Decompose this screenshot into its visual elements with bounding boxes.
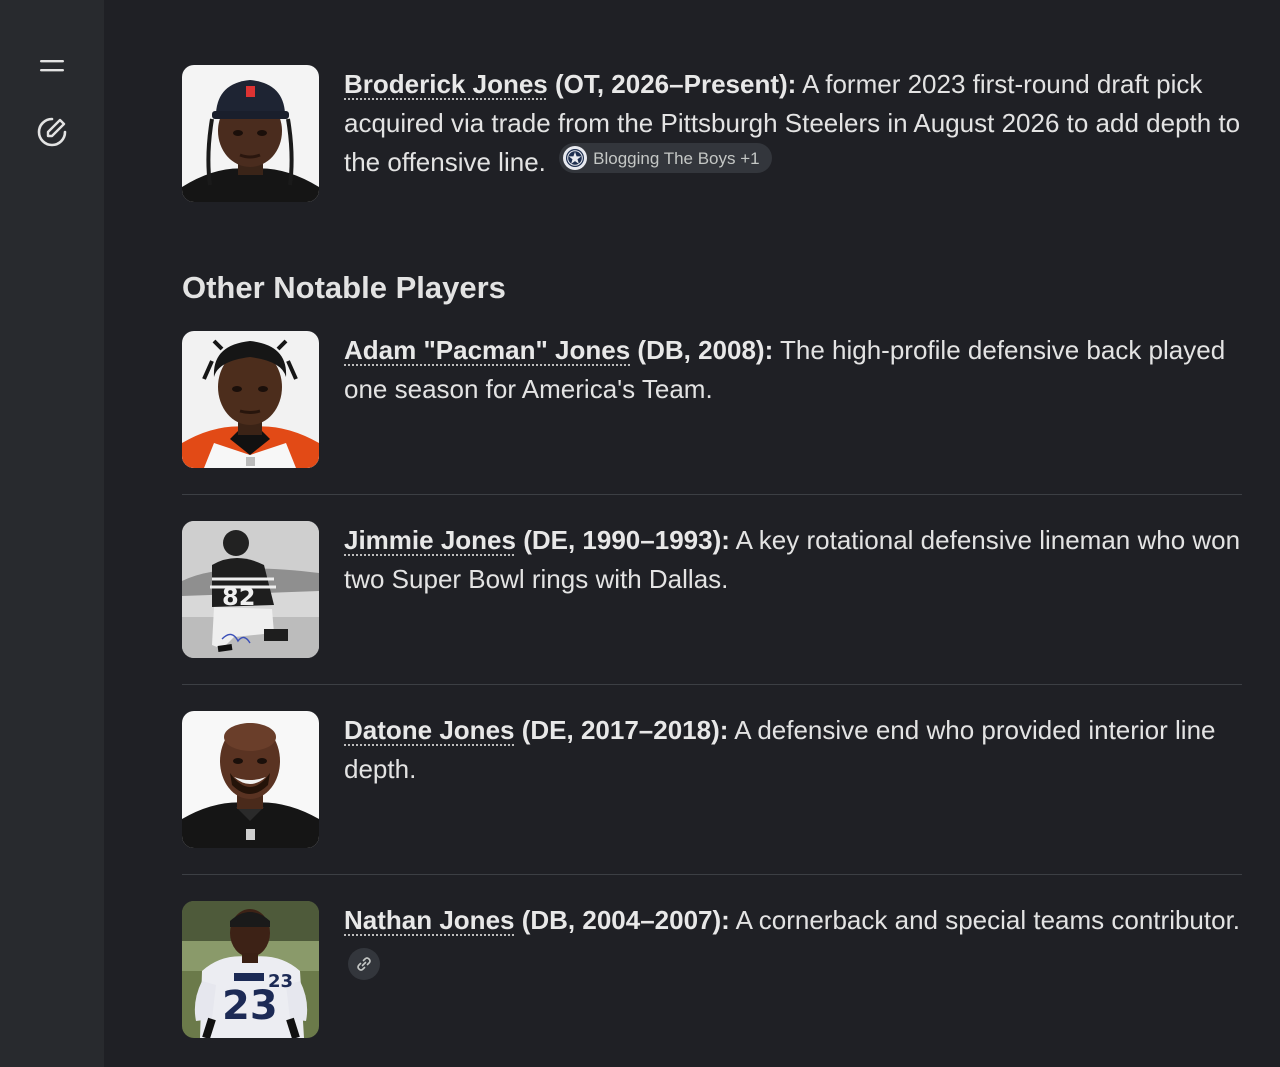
sidebar bbox=[0, 0, 104, 1067]
source-chip-label: Blogging The Boys +1 bbox=[593, 148, 760, 168]
player-description: Jimmie Jones (DE, 1990–1993): A key rota… bbox=[344, 521, 1244, 599]
player-role: (DE, 2017–2018): bbox=[514, 715, 729, 745]
player-name-link[interactable]: Datone Jones bbox=[344, 715, 515, 745]
player-detail: A cornerback and special teams contribut… bbox=[729, 905, 1241, 935]
player-description: Broderick Jones (OT, 2026–Present): A fo… bbox=[344, 65, 1244, 182]
star-logo-icon bbox=[563, 146, 588, 170]
divider bbox=[182, 684, 1242, 685]
player-description: Datone Jones (DE, 2017–2018): A defensiv… bbox=[344, 711, 1244, 789]
divider bbox=[182, 494, 1242, 495]
section-heading: Other Notable Players bbox=[182, 270, 506, 305]
player-role: (OT, 2026–Present): bbox=[547, 69, 797, 99]
source-chip[interactable]: Blogging The Boys +1 bbox=[559, 143, 772, 173]
svg-text:23: 23 bbox=[268, 971, 293, 992]
player-photo[interactable] bbox=[182, 65, 319, 202]
player-name-link[interactable]: Adam "Pacman" Jones bbox=[344, 335, 630, 365]
player-role: (DB, 2004–2007): bbox=[514, 905, 730, 935]
player-description: Nathan Jones (DB, 2004–2007): A cornerba… bbox=[344, 901, 1244, 980]
edit-pen-icon[interactable] bbox=[32, 112, 72, 152]
player-description: Adam "Pacman" Jones (DB, 2008): The high… bbox=[344, 331, 1244, 409]
link-icon[interactable] bbox=[348, 948, 380, 980]
player-name-link[interactable]: Nathan Jones bbox=[344, 905, 515, 935]
menu-icon[interactable] bbox=[32, 46, 72, 86]
player-name-link[interactable]: Jimmie Jones bbox=[344, 525, 516, 555]
player-photo[interactable]: 82 bbox=[182, 521, 319, 658]
player-photo[interactable] bbox=[182, 331, 319, 468]
player-photo[interactable]: 23 23 bbox=[182, 901, 319, 1038]
clipped-text-fragment bbox=[200, 28, 370, 36]
player-role: (DB, 2008): bbox=[630, 335, 774, 365]
player-name-link[interactable]: Broderick Jones bbox=[344, 69, 548, 99]
player-role: (DE, 1990–1993): bbox=[515, 525, 730, 555]
player-photo[interactable] bbox=[182, 711, 319, 848]
svg-text:82: 82 bbox=[222, 583, 255, 611]
divider bbox=[182, 874, 1242, 875]
